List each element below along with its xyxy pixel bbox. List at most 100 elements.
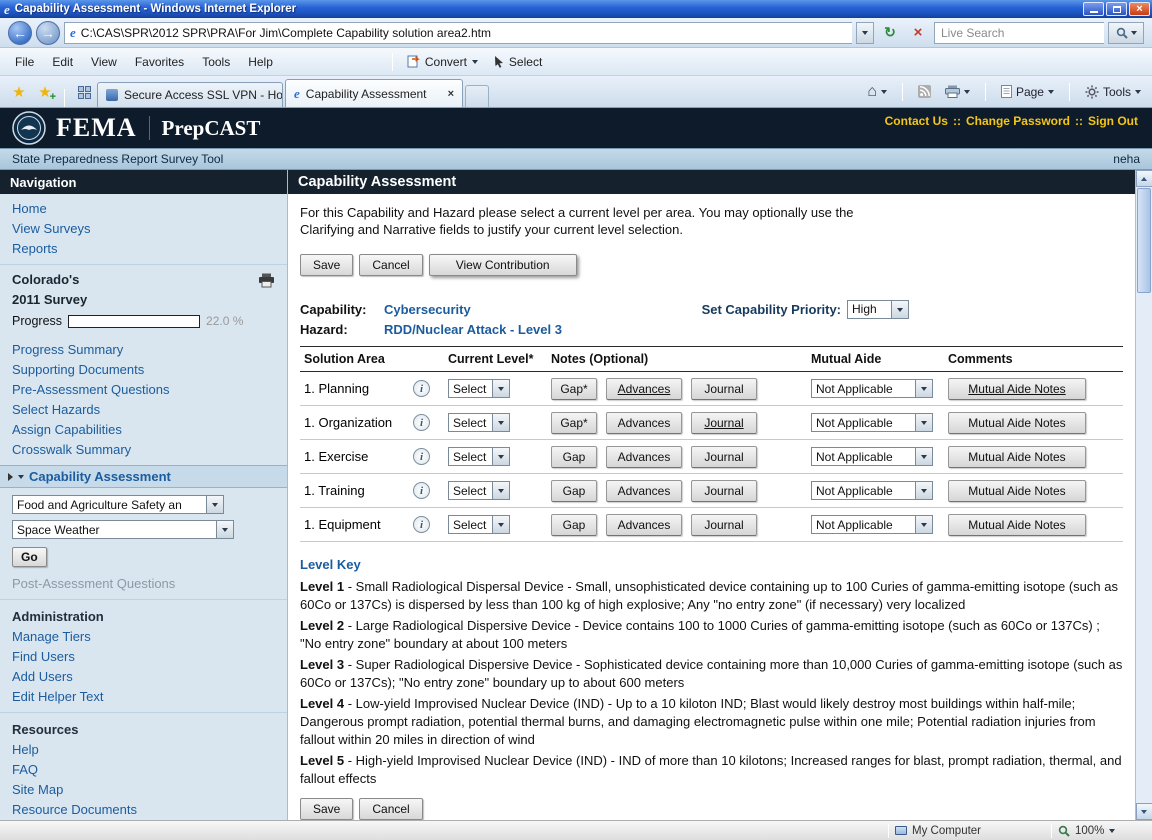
back-button[interactable]: ←	[8, 21, 32, 45]
sidebar-item-site-map[interactable]: Site Map	[0, 780, 287, 800]
tab-close-icon[interactable]: ×	[448, 88, 454, 100]
tab-capability-assessment[interactable]: e Capability Assessment ×	[285, 79, 463, 107]
mutual-aide-select[interactable]: Not Applicable	[811, 447, 933, 466]
advances-button[interactable]: Advances	[606, 412, 682, 434]
sidebar-item-home[interactable]: Home	[0, 199, 287, 219]
info-icon[interactable]: i	[413, 414, 430, 431]
sidebar-item-progress-summary[interactable]: Progress Summary	[0, 340, 287, 360]
mutual-aide-select[interactable]: Not Applicable	[811, 481, 933, 500]
favorites-button[interactable]: ★	[6, 79, 32, 105]
scroll-down-button[interactable]	[1136, 803, 1152, 820]
sidebar-item-add-users[interactable]: Add Users	[0, 667, 287, 687]
scrollbar-thumb[interactable]	[1137, 188, 1151, 293]
gap-button[interactable]: Gap	[551, 446, 597, 468]
current-level-select[interactable]: Select	[448, 379, 510, 398]
print-button[interactable]	[940, 80, 975, 104]
home-button[interactable]: ⌂	[862, 80, 892, 104]
capability-select[interactable]: Food and Agriculture Safety an	[12, 495, 224, 514]
new-tab-stub[interactable]	[465, 85, 489, 107]
info-icon[interactable]: i	[413, 516, 430, 533]
advances-button[interactable]: Advances	[606, 514, 682, 536]
menu-file[interactable]: File	[6, 50, 43, 74]
current-level-select[interactable]: Select	[448, 481, 510, 500]
minimize-button[interactable]	[1083, 2, 1104, 16]
hazard-select[interactable]: Space Weather	[12, 520, 234, 539]
mutual-aide-select[interactable]: Not Applicable	[811, 515, 933, 534]
add-favorite-button[interactable]: ★ +	[32, 79, 58, 105]
mutual-aide-select[interactable]: Not Applicable	[811, 413, 933, 432]
menu-edit[interactable]: Edit	[43, 50, 82, 74]
journal-button[interactable]: Journal	[691, 514, 757, 536]
gap-button[interactable]: Gap*	[551, 412, 597, 434]
menu-tools[interactable]: Tools	[193, 50, 239, 74]
view-contribution-button[interactable]: View Contribution	[429, 254, 577, 276]
journal-button[interactable]: Journal	[691, 446, 757, 468]
sidebar-item-view-surveys[interactable]: View Surveys	[0, 219, 287, 239]
select-button[interactable]: Select	[486, 51, 550, 73]
search-button[interactable]	[1108, 22, 1144, 44]
cancel-button-bottom[interactable]: Cancel	[359, 798, 422, 820]
vertical-scrollbar[interactable]	[1135, 170, 1152, 820]
sidebar-item-pre-assessment-questions[interactable]: Pre-Assessment Questions	[0, 380, 287, 400]
close-button[interactable]: ×	[1129, 2, 1150, 16]
menu-favorites[interactable]: Favorites	[126, 50, 193, 74]
restore-button[interactable]	[1106, 2, 1127, 16]
gap-button[interactable]: Gap*	[551, 378, 597, 400]
advances-button[interactable]: Advances	[606, 480, 682, 502]
convert-button[interactable]: Convert	[399, 51, 486, 73]
advances-button[interactable]: Advances	[606, 378, 682, 400]
save-button-bottom[interactable]: Save	[300, 798, 353, 820]
sidebar-item-find-users[interactable]: Find Users	[0, 647, 287, 667]
gap-button[interactable]: Gap	[551, 480, 597, 502]
current-level-select[interactable]: Select	[448, 447, 510, 466]
gap-button[interactable]: Gap	[551, 514, 597, 536]
mutual-aide-notes-button[interactable]: Mutual Aide Notes	[948, 446, 1086, 468]
tab-ssl-vpn[interactable]: Secure Access SSL VPN - Home	[97, 82, 283, 107]
sidebar-item-manage-tiers[interactable]: Manage Tiers	[0, 627, 287, 647]
journal-button[interactable]: Journal	[691, 412, 757, 434]
change-password-link[interactable]: Change Password	[966, 114, 1070, 128]
mutual-aide-notes-button[interactable]: Mutual Aide Notes	[948, 514, 1086, 536]
sidebar-item-faq[interactable]: FAQ	[0, 760, 287, 780]
address-dropdown-button[interactable]	[856, 22, 874, 44]
search-input[interactable]: Live Search	[934, 22, 1104, 44]
mutual-aide-notes-button[interactable]: Mutual Aide Notes	[948, 480, 1086, 502]
priority-select[interactable]: High	[847, 300, 909, 319]
go-button[interactable]: Go	[12, 547, 47, 567]
mutual-aide-notes-button[interactable]: Mutual Aide Notes	[948, 378, 1086, 400]
save-button[interactable]: Save	[300, 254, 353, 276]
print-icon[interactable]	[258, 273, 275, 288]
sidebar-item-capability-assessment[interactable]: Capability Assessment	[0, 465, 287, 488]
sidebar-item-assign-capabilities[interactable]: Assign Capabilities	[0, 420, 287, 440]
quick-tabs-button[interactable]	[71, 79, 97, 105]
journal-button[interactable]: Journal	[691, 480, 757, 502]
sidebar-item-reports[interactable]: Reports	[0, 239, 287, 259]
current-level-select[interactable]: Select	[448, 413, 510, 432]
cancel-button[interactable]: Cancel	[359, 254, 422, 276]
contact-us-link[interactable]: Contact Us	[885, 114, 948, 128]
sidebar-item-edit-helper-text[interactable]: Edit Helper Text	[0, 687, 287, 707]
info-icon[interactable]: i	[413, 380, 430, 397]
journal-button[interactable]: Journal	[691, 378, 757, 400]
current-level-select[interactable]: Select	[448, 515, 510, 534]
address-bar[interactable]: e C:\CAS\SPR\2012 SPR\PRA\For Jim\Comple…	[64, 22, 852, 44]
menu-help[interactable]: Help	[239, 50, 282, 74]
page-menu-button[interactable]: Page	[996, 80, 1059, 104]
sign-out-link[interactable]: Sign Out	[1088, 114, 1138, 128]
forward-button[interactable]: →	[36, 21, 60, 45]
sidebar-item-crosswalk-summary[interactable]: Crosswalk Summary	[0, 440, 287, 460]
stop-button[interactable]: ×	[906, 22, 930, 44]
scroll-up-button[interactable]	[1136, 170, 1152, 187]
feeds-button[interactable]	[913, 80, 936, 104]
refresh-button[interactable]: ↻	[878, 22, 902, 44]
mutual-aide-select[interactable]: Not Applicable	[811, 379, 933, 398]
sidebar-item-select-hazards[interactable]: Select Hazards	[0, 400, 287, 420]
mutual-aide-notes-button[interactable]: Mutual Aide Notes	[948, 412, 1086, 434]
tools-menu-button[interactable]: Tools	[1080, 80, 1146, 104]
info-icon[interactable]: i	[413, 448, 430, 465]
info-icon[interactable]: i	[413, 482, 430, 499]
advances-button[interactable]: Advances	[606, 446, 682, 468]
menu-view[interactable]: View	[82, 50, 126, 74]
sidebar-item-resource-documents[interactable]: Resource Documents	[0, 800, 287, 820]
sidebar-item-supporting-documents[interactable]: Supporting Documents	[0, 360, 287, 380]
